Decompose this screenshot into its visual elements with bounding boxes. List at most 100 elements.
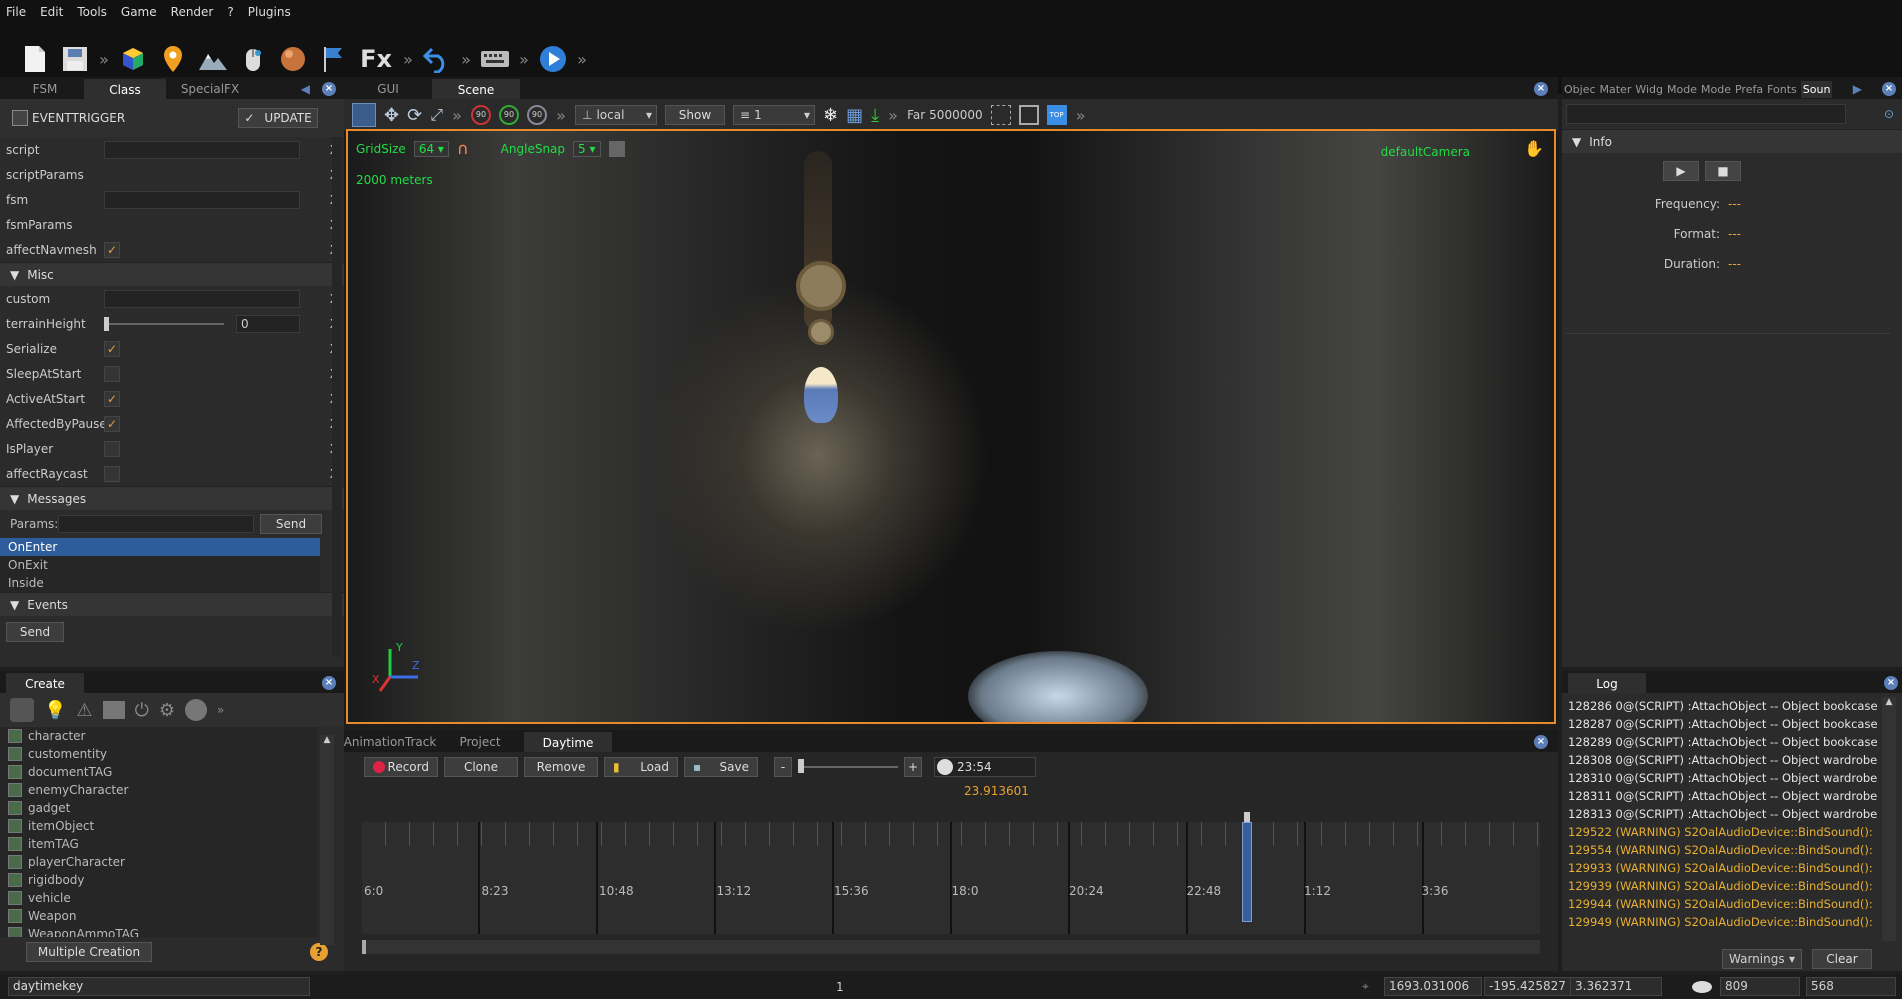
magnet-icon[interactable]: ∩: [457, 139, 469, 158]
zoom-in-button[interactable]: +: [904, 757, 922, 777]
tab-gui[interactable]: GUI: [344, 79, 432, 99]
record-button[interactable]: Record: [364, 757, 438, 777]
close-icon[interactable]: ×: [1882, 82, 1896, 96]
menu-edit[interactable]: Edit: [40, 5, 63, 19]
zoom-out-button[interactable]: -: [774, 757, 792, 777]
undo-icon[interactable]: [420, 42, 454, 76]
rotate-90-y-icon[interactable]: 90: [499, 105, 519, 125]
help-icon[interactable]: ?: [310, 943, 328, 961]
update-button[interactable]: ✓ UPDATE: [238, 108, 318, 128]
map-pin-icon[interactable]: [156, 42, 190, 76]
log-line[interactable]: 128289 0@(SCRIPT) :AttachObject -- Objec…: [1562, 733, 1877, 751]
timeline-cursor[interactable]: [1242, 812, 1252, 934]
tab-right-1[interactable]: Mater: [1600, 83, 1632, 96]
cube-icon[interactable]: [116, 42, 150, 76]
layer-select[interactable]: ≡ 1 ▾: [733, 105, 815, 125]
slider-handle[interactable]: [104, 316, 109, 331]
log-line[interactable]: 128287 0@(SCRIPT) :AttachObject -- Objec…: [1562, 715, 1877, 733]
log-line[interactable]: 128311 0@(SCRIPT) :AttachObject -- Objec…: [1562, 787, 1877, 805]
camera-icon[interactable]: ✋: [1524, 139, 1544, 158]
rotate-90-x-icon[interactable]: 90: [471, 105, 491, 125]
message-item[interactable]: Inside: [0, 574, 320, 592]
new-file-icon[interactable]: [18, 42, 52, 76]
clone-button[interactable]: Clone: [444, 757, 518, 777]
log-line[interactable]: 128313 0@(SCRIPT) :AttachObject -- Objec…: [1562, 805, 1877, 823]
sphere-icon[interactable]: [276, 42, 310, 76]
create-item[interactable]: documentTAG: [0, 763, 318, 781]
close-icon[interactable]: ×: [1884, 676, 1898, 690]
terrain-icon[interactable]: [196, 42, 230, 76]
fx-icon[interactable]: Fx: [356, 42, 396, 76]
close-icon[interactable]: ×: [322, 82, 336, 96]
remove-button[interactable]: Remove: [524, 757, 598, 777]
prop-checkbox[interactable]: ✓: [104, 340, 120, 357]
time-input[interactable]: 23:54: [934, 757, 1036, 777]
messages-section[interactable]: ▼ Messages: [0, 486, 344, 510]
send-message-button[interactable]: Send: [260, 514, 322, 534]
far-input[interactable]: 5000000: [929, 108, 982, 122]
misc-section[interactable]: ▼ Misc: [0, 262, 344, 286]
inspector-scrollbar[interactable]: [332, 137, 342, 657]
power-icon[interactable]: ⏻: [135, 700, 149, 721]
tab-daytime[interactable]: Daytime: [524, 732, 612, 752]
tab-class[interactable]: Class: [84, 79, 166, 99]
keyboard-icon[interactable]: [478, 42, 512, 76]
log-line[interactable]: 128286 0@(SCRIPT) :AttachObject -- Objec…: [1562, 697, 1877, 715]
select-icon[interactable]: [352, 103, 376, 127]
tab-animationtrack[interactable]: AnimationTrack: [344, 732, 437, 752]
message-item[interactable]: OnExit: [0, 556, 320, 574]
disc-icon[interactable]: [184, 699, 207, 721]
play-icon[interactable]: [536, 42, 570, 76]
prop-checkbox[interactable]: ✓: [104, 241, 120, 258]
prop-input[interactable]: [104, 190, 300, 209]
scale-icon[interactable]: ⤢: [430, 105, 443, 125]
create-item[interactable]: itemTAG: [0, 835, 318, 853]
frame-all-icon[interactable]: [1018, 105, 1039, 125]
rotate-90-z-icon[interactable]: 90: [527, 105, 547, 125]
tab-fsm[interactable]: FSM: [6, 79, 84, 99]
search-input[interactable]: [1566, 104, 1846, 124]
boxes-icon[interactable]: [102, 701, 125, 719]
status-input[interactable]: daytimekey: [8, 977, 310, 996]
prop-input[interactable]: [104, 140, 300, 159]
coord-mode-select[interactable]: ⊥ local ▾: [575, 105, 657, 125]
timeline-track[interactable]: 6:0 8:23 10:48 13:12 15:36 18:0 20:24 22:48 1:12…: [362, 812, 1540, 934]
tab-right-4[interactable]: Mode: [1701, 83, 1731, 96]
log-line[interactable]: 129949 (WARNING) S2OalAudioDevice::BindS…: [1562, 913, 1877, 931]
log-line[interactable]: 128310 0@(SCRIPT) :AttachObject -- Objec…: [1562, 769, 1877, 787]
create-item[interactable]: character: [0, 727, 318, 745]
zoom-slider-handle[interactable]: [798, 759, 804, 773]
arrow-left-icon[interactable]: ◀: [301, 82, 310, 96]
create-item[interactable]: WeaponAmmoTAG: [0, 925, 318, 937]
save-icon[interactable]: [58, 42, 92, 76]
rotate-icon[interactable]: ⟳: [407, 105, 422, 126]
message-item[interactable]: OnEnter: [0, 538, 320, 556]
create-item[interactable]: enemyCharacter: [0, 781, 318, 799]
events-section[interactable]: ▼ Events: [0, 592, 344, 616]
stop-sound-button[interactable]: ■: [1705, 161, 1741, 181]
create-item[interactable]: playerCharacter: [0, 853, 318, 871]
tab-create[interactable]: Create: [6, 673, 84, 693]
scroll-thumb[interactable]: [362, 940, 366, 954]
send-event-button[interactable]: Send: [6, 622, 64, 642]
light-icon[interactable]: 💡: [44, 700, 66, 721]
play-sound-button[interactable]: ▶: [1663, 161, 1699, 181]
timeline-scrollbar[interactable]: [362, 940, 1540, 954]
create-item[interactable]: vehicle: [0, 889, 318, 907]
tab-right-7[interactable]: Soun: [1800, 80, 1833, 98]
prop-slider-value[interactable]: 0: [236, 314, 300, 333]
info-section[interactable]: ▼ Info: [1562, 129, 1902, 153]
top-view-button[interactable]: TOP: [1046, 105, 1067, 125]
create-item[interactable]: Weapon: [0, 907, 318, 925]
prop-input[interactable]: [104, 289, 300, 308]
log-line[interactable]: 129522 (WARNING) S2OalAudioDevice::BindS…: [1562, 823, 1877, 841]
multiple-creation-button[interactable]: Multiple Creation: [26, 942, 152, 962]
prop-slider[interactable]: [104, 316, 224, 331]
prop-checkbox[interactable]: [104, 365, 120, 382]
zoom-slider[interactable]: [798, 759, 898, 773]
arrow-right-icon[interactable]: ▶: [1853, 82, 1862, 96]
prop-checkbox[interactable]: [104, 465, 120, 482]
tab-log[interactable]: Log: [1568, 673, 1646, 693]
log-line[interactable]: 129939 (WARNING) S2OalAudioDevice::BindS…: [1562, 877, 1877, 895]
log-line[interactable]: 129944 (WARNING) S2OalAudioDevice::BindS…: [1562, 895, 1877, 913]
